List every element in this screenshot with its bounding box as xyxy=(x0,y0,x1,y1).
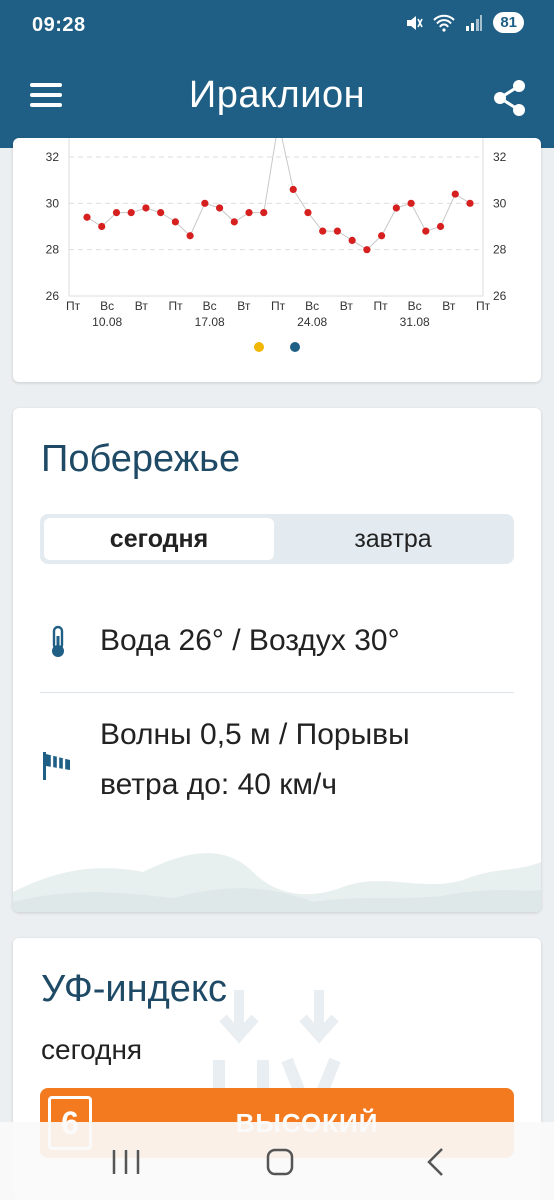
x-tick-label: Вс xyxy=(408,299,422,313)
y-tick-label-right: 32 xyxy=(493,150,507,164)
data-point xyxy=(230,218,238,226)
data-point xyxy=(466,199,474,207)
pager-dot[interactable] xyxy=(290,342,300,352)
temperature-chart-card: 26 26 28 28 30 30 32 32 Пт Вс Вт Пт Вс Вт Пт Вс Вт Пт Вс Вт… xyxy=(13,138,541,382)
tab-tomorrow[interactable]: завтра xyxy=(276,518,510,560)
x-tick-label: Вс xyxy=(203,299,217,313)
wifi-icon xyxy=(433,14,456,32)
y-tick-label-left: 28 xyxy=(46,243,60,257)
data-point xyxy=(127,209,135,217)
x-tick-label: Пт xyxy=(476,299,491,313)
water-air-row: Вода 26° / Воздух 30° xyxy=(40,616,514,676)
data-point xyxy=(363,246,371,254)
data-point xyxy=(422,227,430,235)
data-point xyxy=(451,190,459,198)
x-tick-label: Вт xyxy=(237,299,251,313)
waves-decoration xyxy=(13,853,541,912)
waves-row: Волны 0,5 м / Порывы ветра до: 40 км/ч xyxy=(40,710,514,820)
x-date-label: 31.08 xyxy=(400,315,430,329)
data-point xyxy=(407,199,415,207)
x-date-label: 10.08 xyxy=(92,315,122,329)
day-selector: сегодня завтра xyxy=(40,514,514,564)
back-icon[interactable] xyxy=(416,1144,456,1180)
coast-card: Побережье сегодня завтра Вода 26° / Возд… xyxy=(13,408,541,912)
x-date-label: 17.08 xyxy=(195,315,225,329)
data-point xyxy=(245,209,253,217)
x-tick-label: Пт xyxy=(271,299,286,313)
pager-dot-active[interactable] xyxy=(254,342,264,352)
app-bar: Ираклион xyxy=(0,50,554,148)
y-tick-label-left: 30 xyxy=(46,196,60,210)
data-point xyxy=(378,232,386,240)
share-icon[interactable] xyxy=(492,78,528,118)
divider xyxy=(40,692,514,693)
data-point xyxy=(171,218,179,226)
x-tick-label: Вт xyxy=(135,299,149,313)
x-tick-label: Вт xyxy=(340,299,354,313)
data-point xyxy=(304,209,312,217)
tab-today[interactable]: сегодня xyxy=(44,518,274,560)
data-point xyxy=(333,227,342,235)
x-tick-label: Вс xyxy=(305,299,319,313)
waves-line-2: ветра до: 40 км/ч xyxy=(100,768,338,801)
data-point xyxy=(289,185,297,194)
uv-subtitle: сегодня xyxy=(41,1034,143,1065)
data-point xyxy=(186,232,194,240)
data-point xyxy=(201,199,209,207)
data-point xyxy=(157,209,165,217)
data-point xyxy=(348,236,356,244)
recent-apps-icon[interactable] xyxy=(106,1144,146,1180)
battery-indicator: 81 xyxy=(493,12,524,33)
status-icons: 81 xyxy=(405,12,524,33)
y-tick-label-right: 28 xyxy=(493,243,507,257)
page-title: Ираклион xyxy=(188,74,366,116)
temperature-chart: 26 26 28 28 30 30 32 32 Пт Вс Вт Пт Вс Вт Пт Вс Вт Пт Вс Вт… xyxy=(46,138,507,329)
status-bar: 09:28 81 xyxy=(0,0,554,50)
data-point xyxy=(260,209,268,217)
waves-line-1: Волны 0,5 м / Порывы xyxy=(100,718,410,751)
data-point xyxy=(392,204,400,212)
x-tick-label: Пт xyxy=(373,299,388,313)
y-tick-label-left: 26 xyxy=(46,289,60,303)
data-point xyxy=(98,222,106,231)
water-air-text: Вода 26° / Воздух 30° xyxy=(100,624,400,657)
y-tick-label-left: 32 xyxy=(46,150,60,164)
y-tick-label-right: 26 xyxy=(493,289,507,303)
status-time: 09:28 xyxy=(32,14,86,36)
home-icon[interactable] xyxy=(260,1144,300,1180)
data-point xyxy=(112,209,121,217)
x-tick-label: Вт xyxy=(442,299,456,313)
uv-title: УФ-индекс xyxy=(41,968,227,1010)
series-line xyxy=(86,138,471,251)
data-point xyxy=(142,204,150,212)
data-point xyxy=(83,213,91,221)
chart-pager xyxy=(13,342,541,352)
x-tick-label: Вс xyxy=(100,299,114,313)
waves-text: Волны 0,5 м / Порывы ветра до: 40 км/ч xyxy=(100,710,410,810)
data-point xyxy=(215,204,224,212)
data-point xyxy=(319,227,327,235)
x-date-label: 24.08 xyxy=(297,315,327,329)
y-tick-label-right: 30 xyxy=(493,196,507,210)
coast-title: Побережье xyxy=(41,438,241,480)
system-nav-bar xyxy=(0,1122,554,1200)
thermometer-icon xyxy=(52,625,64,657)
x-tick-label: Пт xyxy=(168,299,183,313)
x-tick-label: Пт xyxy=(66,299,81,313)
data-point xyxy=(436,222,445,231)
mute-icon xyxy=(407,15,424,30)
signal-icon xyxy=(466,14,483,31)
windsock-icon xyxy=(43,752,70,780)
